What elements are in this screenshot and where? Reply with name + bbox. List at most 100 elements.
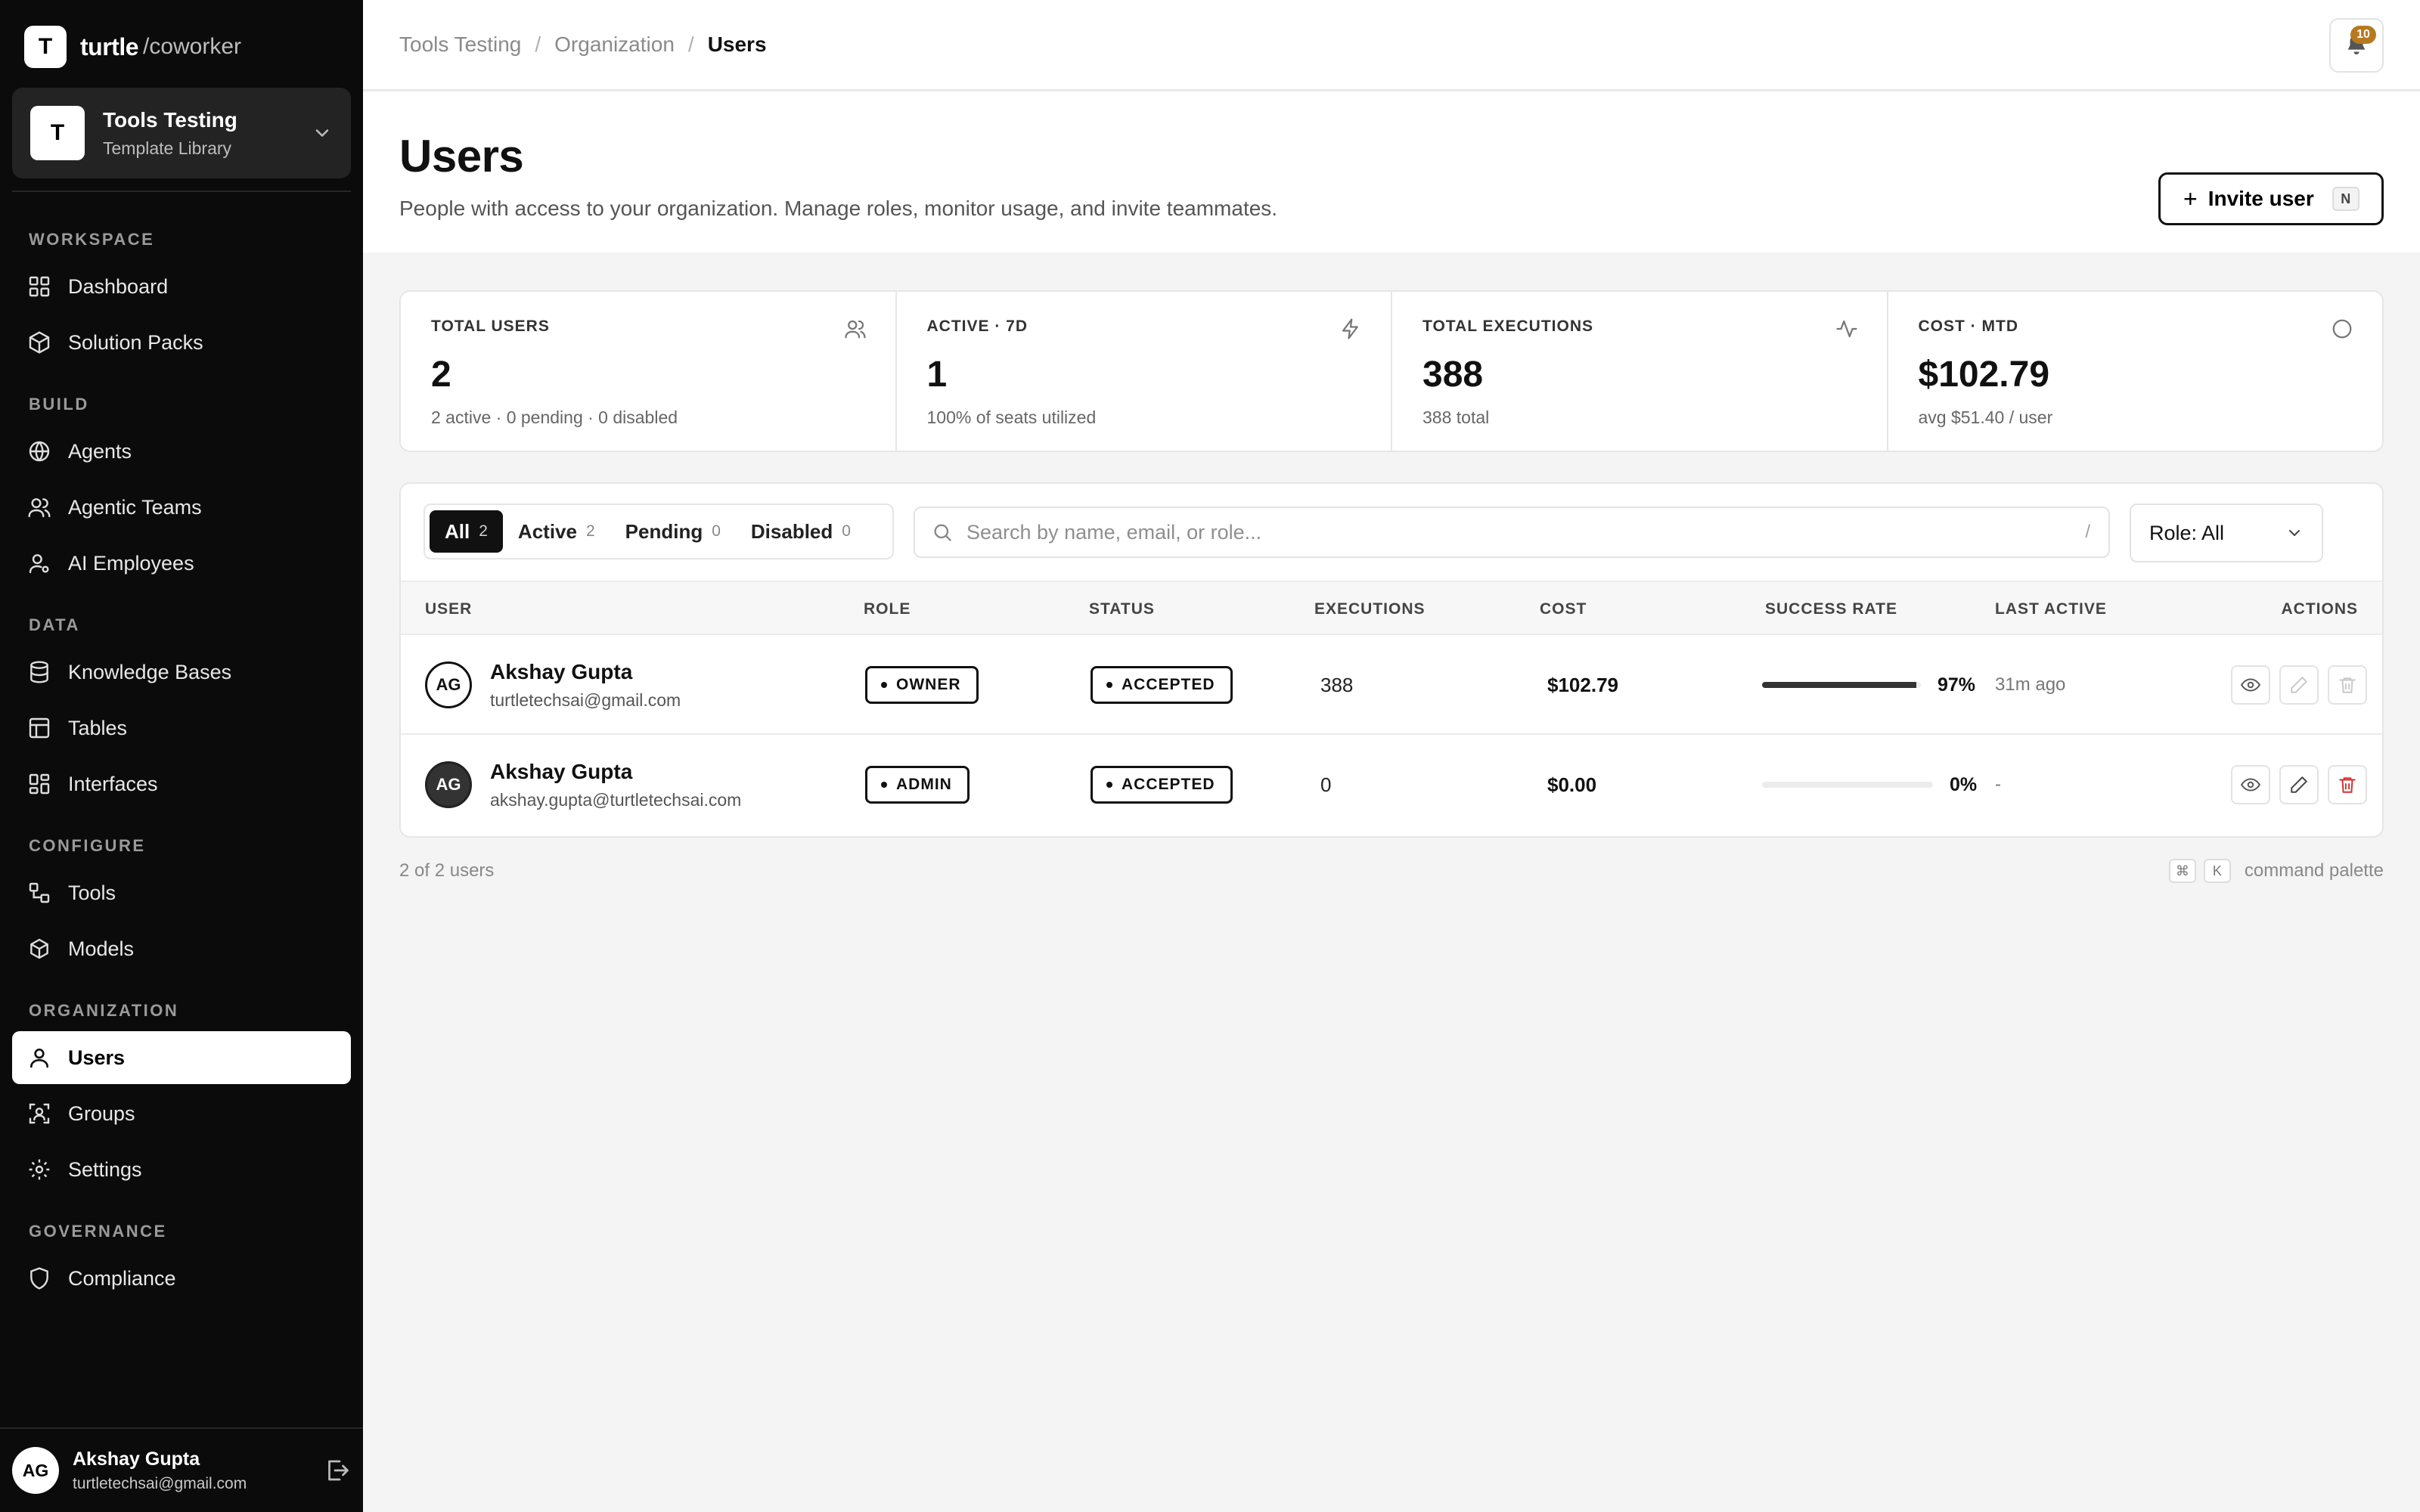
grid-icon [29, 276, 50, 297]
breadcrumb-item[interactable]: Organization [554, 33, 675, 57]
shield-icon [30, 1267, 48, 1290]
status-filter-tabs: All 2 Active 2 Pending 0 Disabled 0 [424, 503, 894, 559]
current-user-name: Akshay Gupta [73, 1448, 200, 1470]
role-cell: OWNER [865, 635, 979, 735]
avatar: AG [425, 662, 472, 708]
status-badge: ACCEPTED [1091, 666, 1233, 704]
sidebar-item-agentic-teams[interactable]: Agentic Teams [12, 481, 351, 534]
stat-card-active-7d: ACTIVE · 7D 1 100% of seats utilized [897, 292, 1392, 451]
sidebar-item-groups[interactable]: Groups [12, 1087, 351, 1140]
column-header-user[interactable]: USER [425, 600, 472, 618]
user-icon [30, 1049, 48, 1068]
role-badge[interactable]: OWNER [865, 666, 979, 704]
edit-user-button[interactable] [2279, 665, 2319, 705]
sidebar-item-agents[interactable]: Agents [12, 425, 351, 478]
tab-label: Pending [625, 519, 703, 543]
executions-cell: 0 [1320, 773, 1332, 796]
tab-label: Disabled [750, 519, 833, 543]
sidebar-item-ai-employees[interactable]: AI Employees [12, 537, 351, 590]
table-row[interactable]: AG Akshay Gupta akshay.gupta@turtletechs… [401, 735, 2382, 835]
pencil-icon [2291, 677, 2307, 693]
column-header-role[interactable]: ROLE [864, 600, 911, 618]
stat-label: TOTAL USERS [431, 318, 550, 335]
tab-pending[interactable]: Pending 0 [610, 510, 736, 553]
current-user-email: turtletechsai@gmail.com [73, 1474, 247, 1492]
column-header-executions[interactable]: EXECUTIONS [1314, 600, 1426, 618]
sidebar-item-label: Settings [68, 1157, 142, 1181]
logo-word: turtle [80, 33, 139, 60]
group-icon [29, 1103, 50, 1124]
table-header: USER ROLE STATUS EXECUTIONS COST SUCCESS… [401, 581, 2382, 635]
sidebar-nav: WORKSPACE Dashboard Solution Packs BUILD… [12, 204, 351, 1308]
activity-icon [1835, 320, 1857, 338]
invite-shortcut-key: N [2332, 187, 2360, 211]
sidebar-item-solution-packs[interactable]: Solution Packs [12, 316, 351, 369]
delete-user-button[interactable] [2328, 765, 2367, 804]
edit-user-button[interactable] [2279, 765, 2319, 804]
main-content: Tools Testing / Organization / Users 10 … [363, 0, 2420, 1512]
stat-label: COST · MTD [1918, 318, 2018, 335]
tab-all[interactable]: All 2 [430, 510, 503, 553]
invite-user-button[interactable]: + Invite user N [2158, 172, 2384, 225]
tab-count: 0 [712, 522, 721, 540]
sidebar-item-tables[interactable]: Tables [12, 702, 351, 754]
sidebar-item-label: Groups [68, 1101, 135, 1125]
users-icon [844, 320, 866, 339]
command-palette-hint[interactable]: ⌘ K command palette [2168, 859, 2384, 883]
sidebar-item-interfaces[interactable]: Interfaces [12, 758, 351, 810]
stat-value: 1 [926, 355, 948, 395]
page-subtitle: People with access to your organization.… [399, 197, 1278, 220]
notifications-button[interactable]: 10 [2329, 18, 2384, 73]
role-filter-select[interactable]: Role: All [2130, 503, 2323, 562]
sidebar-item-models[interactable]: Models [12, 922, 351, 975]
table-footer: 2 of 2 users ⌘ K command palette [399, 857, 2384, 885]
view-user-button[interactable] [2231, 665, 2270, 705]
stat-sub: avg $51.40 / user [1918, 407, 2053, 427]
tools-icon [29, 882, 50, 903]
status-badge: ACCEPTED [1091, 766, 1233, 804]
delete-user-button[interactable] [2328, 665, 2367, 705]
eye-icon [2241, 678, 2260, 692]
nav-section-build: BUILD [29, 395, 89, 414]
stat-value: 388 [1423, 355, 1484, 395]
org-subtitle: Template Library [103, 138, 232, 158]
stat-label: TOTAL EXECUTIONS [1423, 318, 1594, 335]
sidebar-item-settings[interactable]: Settings [12, 1143, 351, 1196]
nav-section-configure: CONFIGURE [29, 836, 146, 855]
column-header-status[interactable]: STATUS [1089, 600, 1155, 618]
current-user-card[interactable]: AG Akshay Gupta turtletechsai@gmail.com [0, 1427, 363, 1512]
view-user-button[interactable] [2231, 765, 2270, 804]
sidebar-item-dashboard[interactable]: Dashboard [12, 260, 351, 313]
org-switcher[interactable]: T Tools Testing Template Library [12, 88, 351, 178]
org-avatar: T [30, 106, 85, 160]
sidebar-item-knowledge-bases[interactable]: Knowledge Bases [12, 646, 351, 699]
column-header-last-active[interactable]: LAST ACTIVE [1995, 600, 2107, 618]
cost-cell: $102.79 [1547, 673, 1618, 696]
avatar: AG [12, 1447, 59, 1494]
sidebar-item-label: Compliance [68, 1266, 176, 1290]
stat-sub: 100% of seats utilized [926, 407, 1097, 427]
sidebar-item-compliance[interactable]: Compliance [12, 1252, 351, 1305]
column-header-cost[interactable]: COST [1540, 600, 1587, 618]
table-row[interactable]: AG Akshay Gupta turtletechsai@gmail.com … [401, 635, 2382, 735]
success-rate-bar [1762, 782, 1933, 788]
column-header-success-rate[interactable]: SUCCESS RATE [1765, 600, 1897, 618]
database-icon [30, 661, 48, 683]
logout-icon[interactable] [324, 1457, 351, 1484]
status-cell: ACCEPTED [1091, 735, 1233, 835]
sidebar-item-label: Agents [68, 439, 132, 463]
search-input[interactable] [966, 520, 2086, 544]
stat-label: ACTIVE · 7D [926, 318, 1028, 335]
breadcrumb-item[interactable]: Tools Testing [399, 33, 521, 57]
tab-active[interactable]: Active 2 [503, 510, 610, 553]
role-badge[interactable]: ADMIN [865, 766, 970, 804]
sidebar-divider [12, 191, 351, 192]
success-rate-label: 0% [1950, 773, 1978, 795]
plus-icon: + [2183, 184, 2198, 212]
chevron-down-icon [315, 129, 329, 137]
sidebar-item-tools[interactable]: Tools [12, 866, 351, 919]
status-cell: ACCEPTED [1091, 635, 1233, 735]
sidebar-item-users[interactable]: Users [12, 1031, 351, 1084]
app-logo[interactable]: T turtle /coworker [24, 26, 241, 68]
tab-disabled[interactable]: Disabled 0 [736, 510, 866, 553]
